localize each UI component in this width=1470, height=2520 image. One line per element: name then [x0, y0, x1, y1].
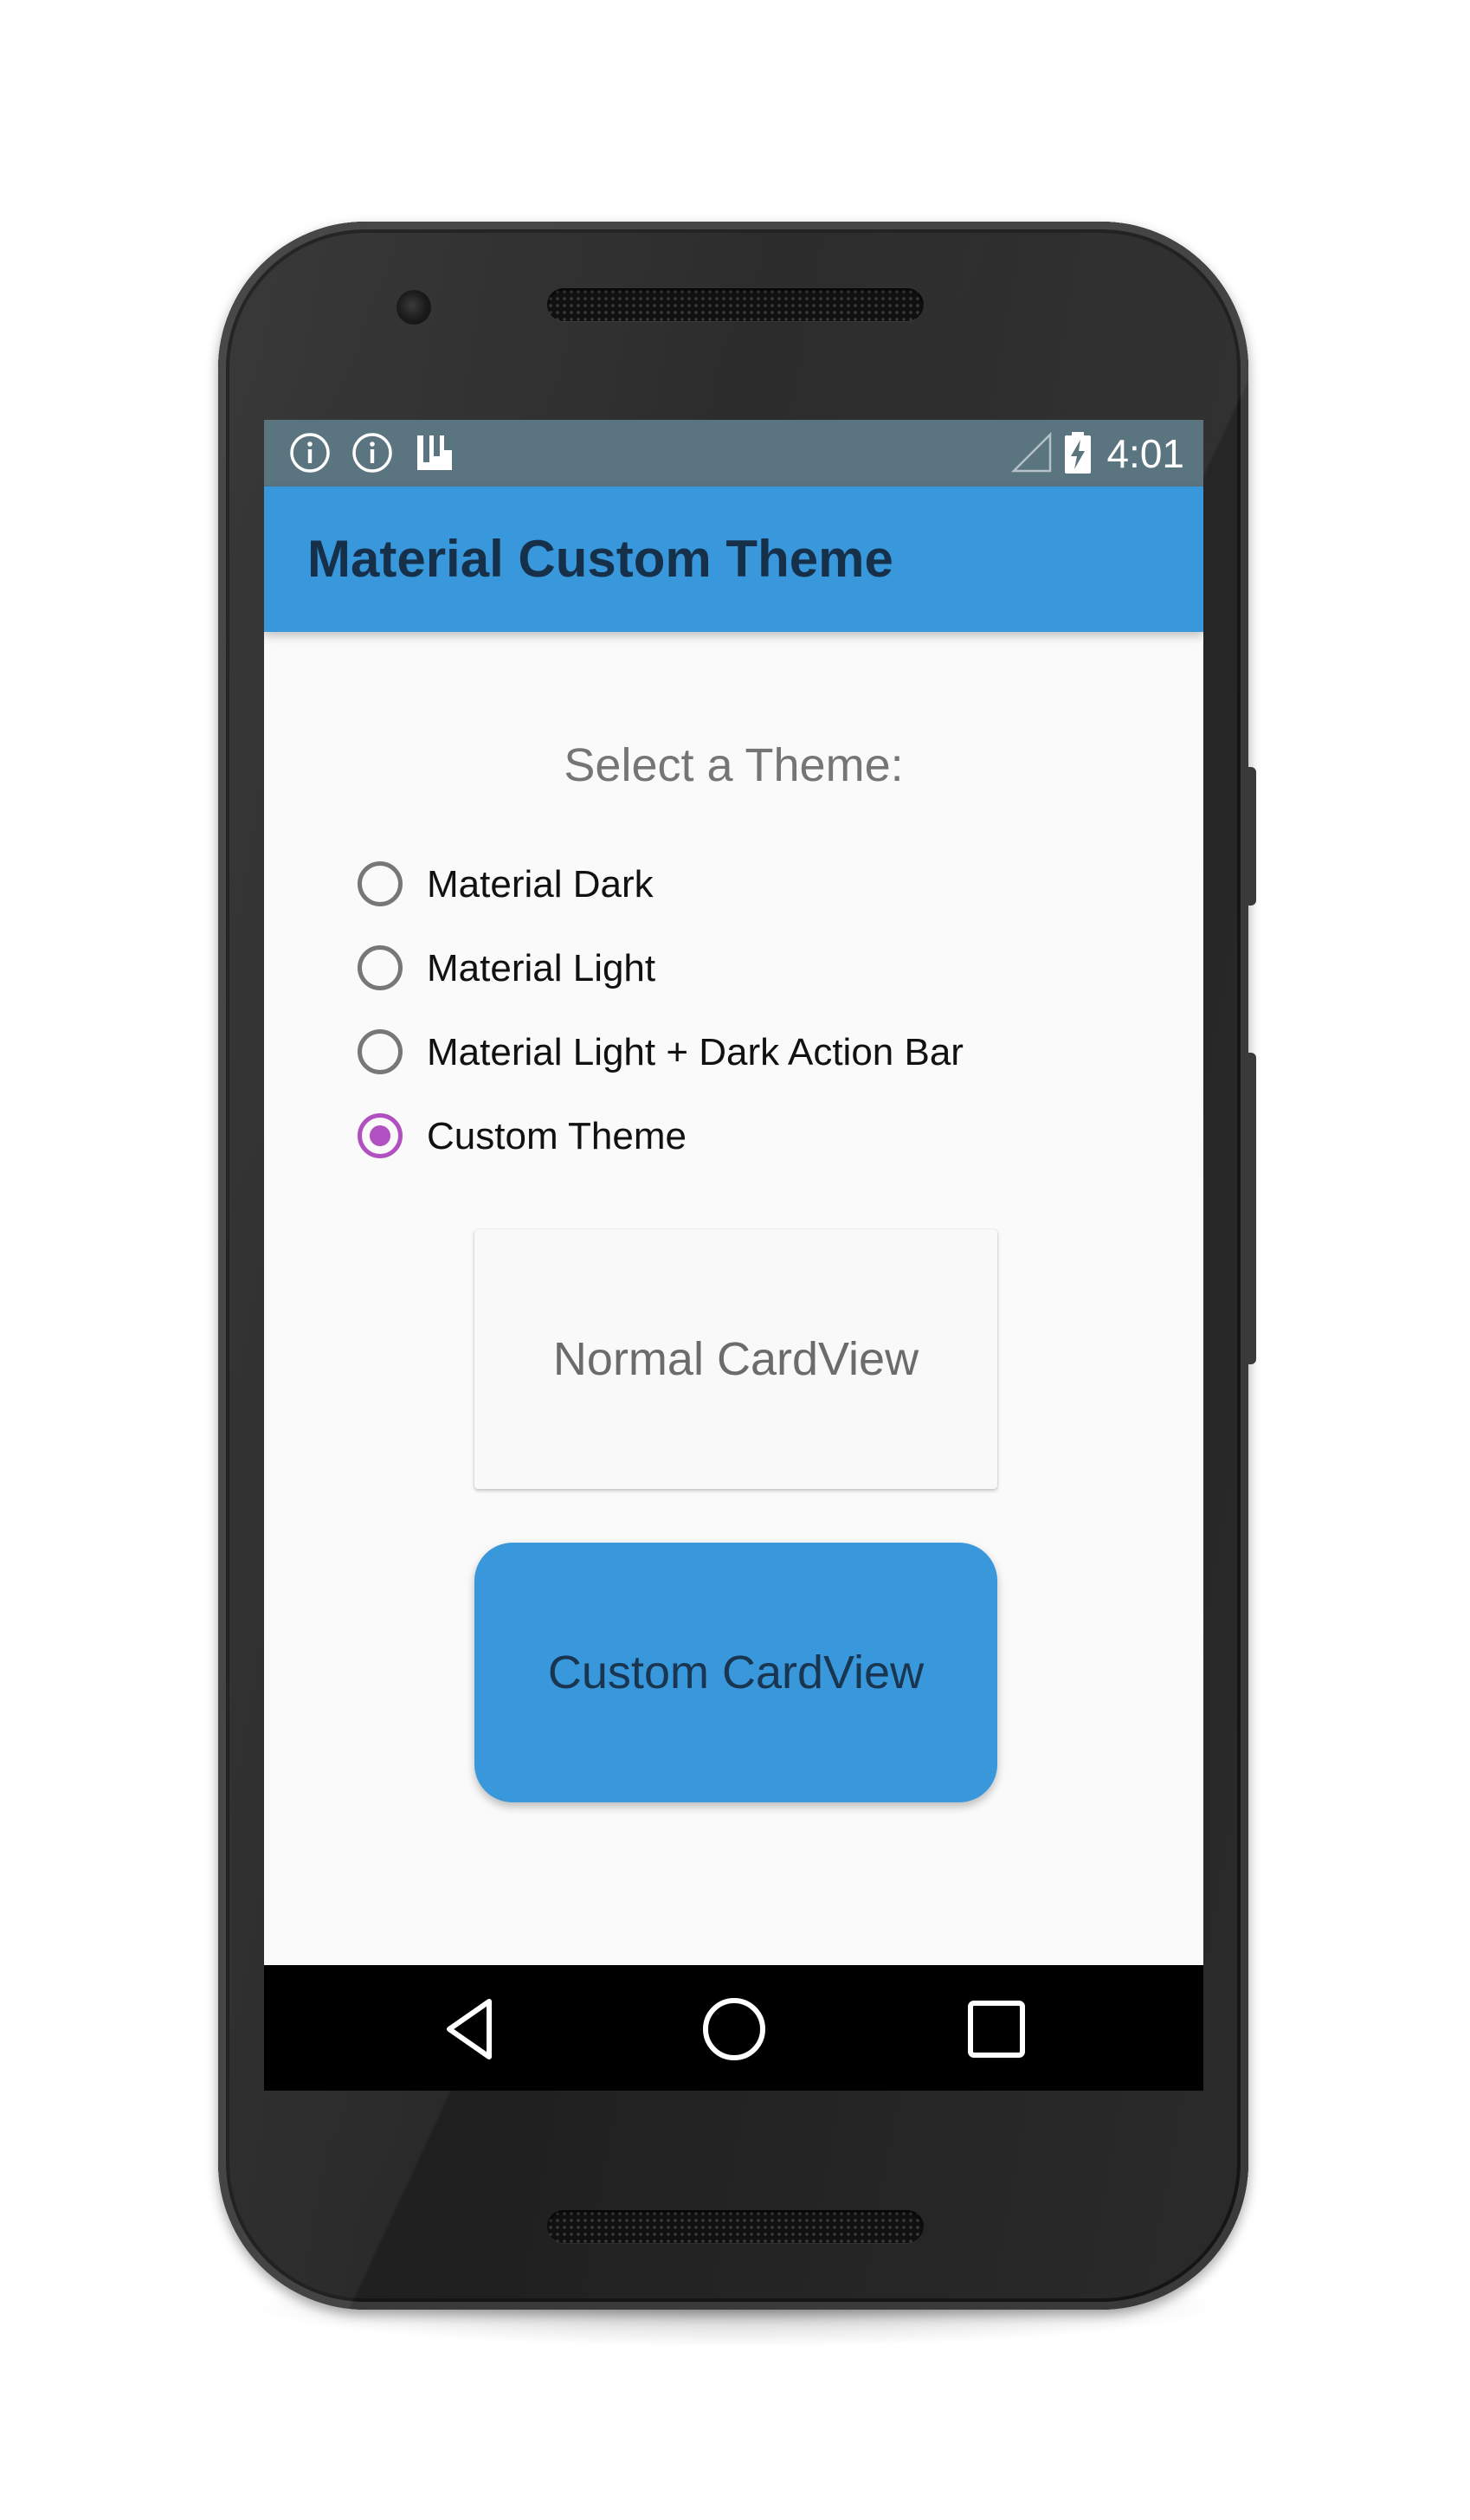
info-icon — [290, 433, 330, 473]
bottom-speaker-grille — [547, 2210, 924, 2243]
phone-side-button-upper — [1246, 767, 1256, 906]
radio-button[interactable] — [358, 861, 403, 906]
back-icon[interactable] — [437, 1995, 506, 2064]
radio-label[interactable]: Material Light + Dark Action Bar — [427, 1022, 964, 1083]
radio-label[interactable]: Custom Theme — [427, 1106, 687, 1167]
front-camera — [397, 290, 431, 325]
radio-button[interactable] — [358, 945, 403, 990]
radio-button[interactable] — [358, 1029, 403, 1074]
custom-cardview[interactable]: Custom CardView — [474, 1543, 997, 1802]
radio-label[interactable]: Material Dark — [427, 854, 654, 915]
custom-cardview-label: Custom CardView — [547, 1647, 925, 1698]
app-notification-icon — [417, 435, 452, 470]
page-title: Material Custom Theme — [307, 530, 893, 588]
status-bar: 4:01 — [264, 420, 1203, 487]
phone-side-button-lower — [1246, 1053, 1256, 1364]
app-bar: Material Custom Theme — [264, 487, 1203, 632]
radio-checked-dot — [370, 1125, 390, 1146]
home-icon[interactable] — [700, 1995, 769, 2064]
device-screen: 4:01 Material Custom Theme Select a Them… — [264, 420, 1203, 2091]
radio-button-checked[interactable] — [358, 1113, 403, 1158]
normal-cardview[interactable]: Normal CardView — [474, 1229, 997, 1489]
battery-charging-icon — [1065, 432, 1091, 474]
select-theme-label: Select a Theme: — [564, 739, 904, 791]
status-time: 4:01 — [1106, 431, 1184, 476]
info-icon — [352, 433, 392, 473]
top-speaker-grille — [547, 288, 924, 321]
signal-icon — [1010, 431, 1052, 473]
normal-cardview-label: Normal CardView — [552, 1333, 919, 1385]
recents-icon[interactable] — [962, 1995, 1031, 2064]
navigation-bar — [264, 1965, 1203, 2091]
radio-label[interactable]: Material Light — [427, 938, 655, 999]
